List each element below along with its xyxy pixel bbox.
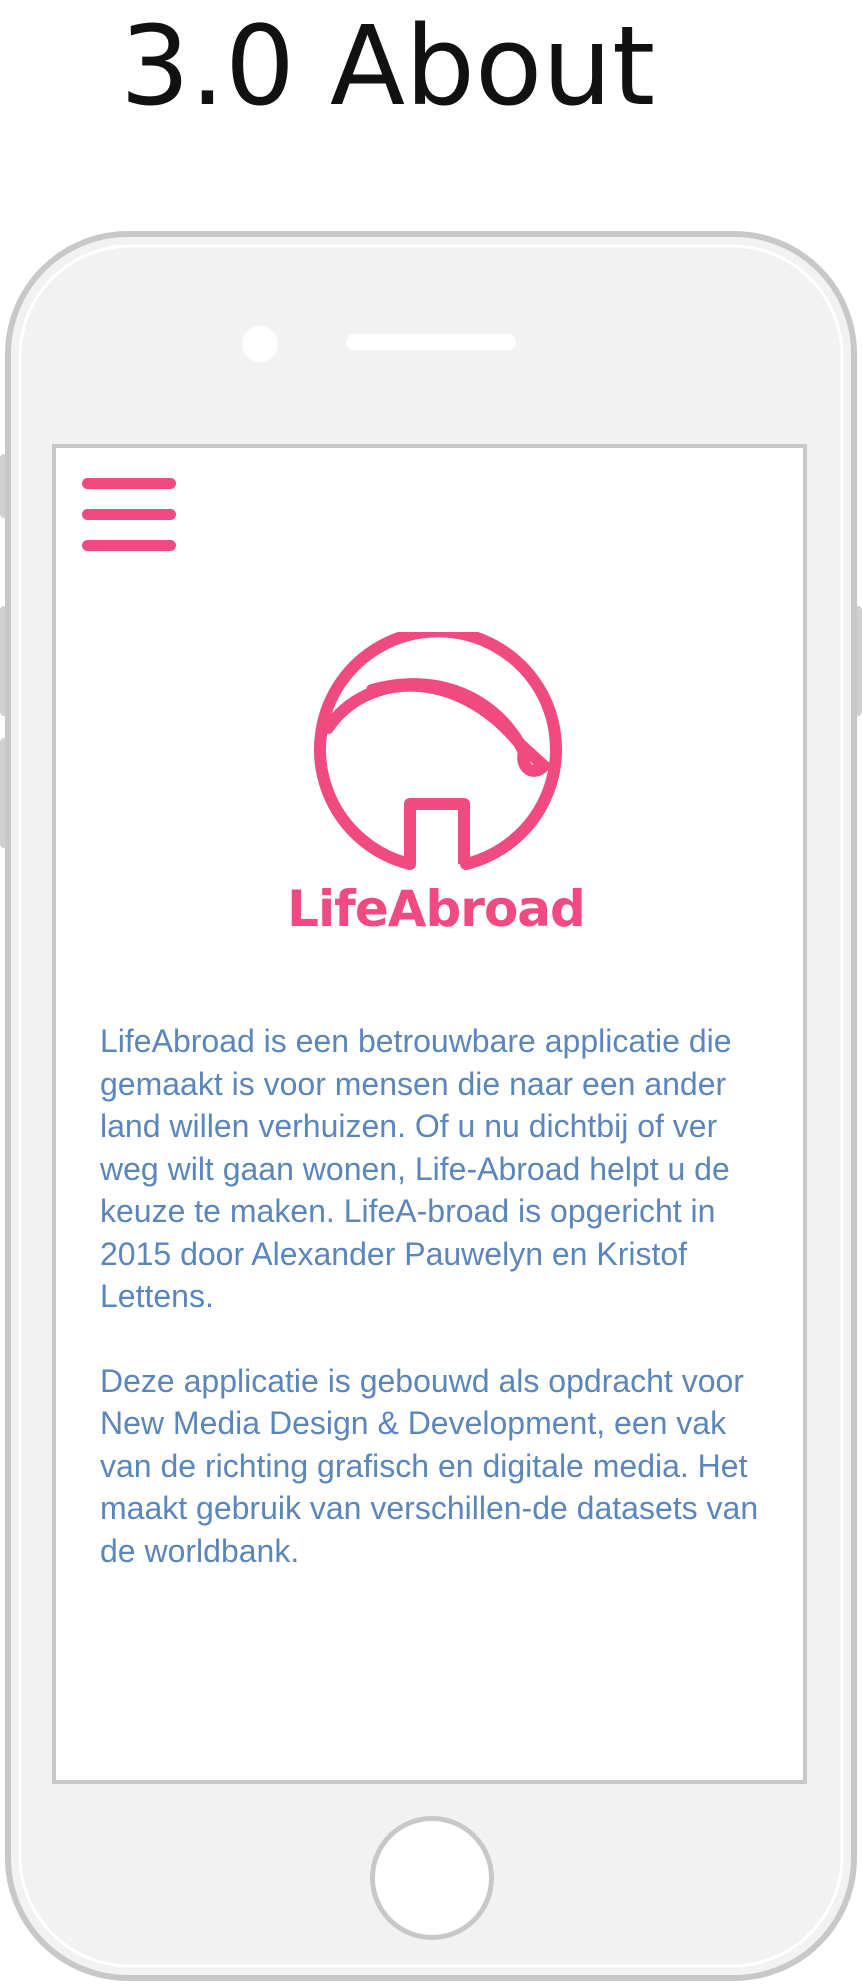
menu-bar-bottom (82, 540, 176, 551)
menu-bar-middle (82, 509, 176, 520)
about-paragraph: LifeAbroad is een betrouwbare applicatie… (100, 1023, 732, 1314)
house-arc-logo-icon (314, 632, 562, 870)
about-paragraph: Deze applicatie is gebouwd als opdracht … (100, 1362, 759, 1569)
hamburger-menu-button[interactable] (82, 478, 176, 552)
home-button[interactable] (370, 1816, 494, 1940)
earpiece-speaker (346, 334, 516, 350)
front-camera (242, 326, 278, 362)
phone-mockup: LifeAbroad LifeAbroad is een betrouwbare… (0, 228, 862, 1984)
hamburger-menu-icon (82, 478, 176, 489)
app-screen: LifeAbroad LifeAbroad is een betrouwbare… (52, 444, 807, 1784)
about-description: LifeAbroad is een betrouwbare applicatie… (100, 1020, 780, 1614)
brand-name: LifeAbroad (287, 880, 586, 938)
page-title: 3.0 About (120, 2, 656, 130)
lifeabroad-logo: LifeAbroad (246, 632, 626, 952)
